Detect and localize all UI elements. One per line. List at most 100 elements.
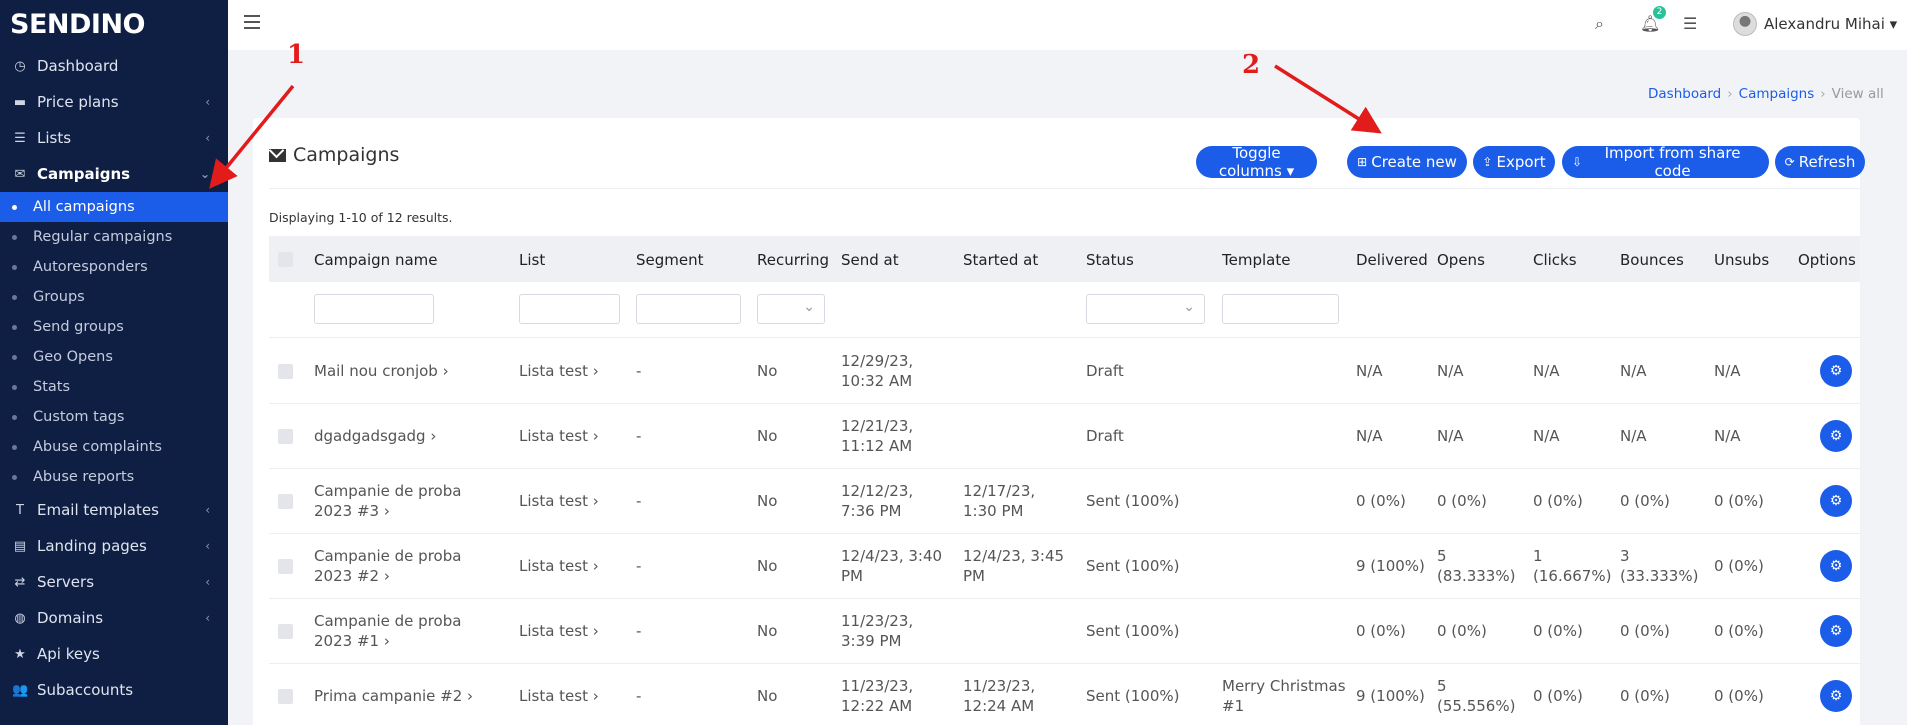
breadcrumb-campaigns[interactable]: Campaigns: [1739, 86, 1815, 102]
cell-status: Sent (100%): [1086, 492, 1180, 510]
cell-list[interactable]: Lista test ›: [519, 556, 599, 576]
sidebar-item-campaigns[interactable]: ✉ Campaigns ⌄: [0, 156, 228, 192]
col-recurring[interactable]: Recurring: [757, 251, 829, 269]
submenu-item-geo-opens[interactable]: Geo Opens: [0, 342, 228, 372]
col-bounces[interactable]: Bounces: [1620, 251, 1684, 269]
chevron-left-icon: ‹: [205, 131, 210, 145]
export-label: Export: [1496, 153, 1546, 171]
filter-list-input[interactable]: [519, 294, 620, 324]
submenu-item-abuse-reports[interactable]: Abuse reports: [0, 462, 228, 492]
col-template[interactable]: Template: [1222, 251, 1290, 269]
sidebar-item-lists[interactable]: ☰ Lists ‹: [0, 120, 228, 156]
cell-list[interactable]: Lista test ›: [519, 361, 599, 381]
hamburger-menu-icon[interactable]: [244, 15, 260, 29]
submenu-item-regular-campaigns[interactable]: Regular campaigns: [0, 222, 228, 252]
filter-segment-input[interactable]: [636, 294, 741, 324]
cell-name[interactable]: Campanie de proba 2023 #2 ›: [314, 546, 504, 586]
cell-list[interactable]: Lista test ›: [519, 621, 599, 641]
filter-campaign-name-input[interactable]: [314, 294, 434, 324]
create-new-button[interactable]: ⊞ Create new: [1347, 146, 1467, 178]
filter-template-input[interactable]: [1222, 294, 1339, 324]
cell-started-at: 11/23/23, 12:24 AM: [963, 677, 1036, 715]
user-menu[interactable]: Alexandru Mihai ▾: [1733, 12, 1897, 36]
cell-clicks: N/A: [1533, 427, 1560, 445]
annotation-number-1: 1: [287, 40, 306, 70]
submenu-item-autoresponders[interactable]: Autoresponders: [0, 252, 228, 282]
cell-status: Draft: [1086, 427, 1124, 445]
breadcrumb-dashboard[interactable]: Dashboard: [1648, 86, 1721, 102]
filter-recurring-select[interactable]: [757, 294, 825, 324]
col-started-at[interactable]: Started at: [963, 251, 1038, 269]
servers-icon: ⇄: [14, 574, 26, 590]
cell-name[interactable]: Campanie de proba 2023 #1 ›: [314, 611, 504, 651]
chevron-left-icon: ‹: [205, 611, 210, 625]
cell-name[interactable]: Campanie de proba 2023 #3 ›: [314, 481, 504, 521]
col-send-at[interactable]: Send at: [841, 251, 899, 269]
cell-delivered: N/A: [1356, 362, 1383, 380]
row-checkbox[interactable]: [278, 429, 293, 444]
sidebar-item-api-keys[interactable]: ★ Api keys: [0, 636, 228, 672]
row-options-button[interactable]: ⚙: [1820, 615, 1852, 647]
sidebar-item-domains[interactable]: ◍ Domains ‹: [0, 600, 228, 636]
cell-list[interactable]: Lista test ›: [519, 426, 599, 446]
row-checkbox[interactable]: [278, 559, 293, 574]
cell-bounces: 0 (0%): [1620, 492, 1670, 510]
cell-name[interactable]: dgadgadsgadg ›: [314, 426, 504, 446]
cell-clicks: N/A: [1533, 362, 1560, 380]
row-checkbox[interactable]: [278, 689, 293, 704]
toggle-columns-button[interactable]: Toggle columns ▾: [1196, 144, 1317, 180]
servers-status-icon[interactable]: ☰: [1683, 14, 1697, 33]
submenu-item-custom-tags[interactable]: Custom tags: [0, 402, 228, 432]
refresh-button[interactable]: ⟳ Refresh: [1775, 146, 1865, 178]
import-share-code-button[interactable]: ⇩ Import from share code: [1562, 144, 1769, 180]
sidebar-item-price-plans[interactable]: ▬ Price plans ‹: [0, 84, 228, 120]
row-options-button[interactable]: ⚙: [1820, 355, 1852, 387]
col-status[interactable]: Status: [1086, 251, 1134, 269]
col-segment[interactable]: Segment: [636, 251, 704, 269]
sendino-logo[interactable]: SENDINO: [0, 0, 228, 48]
sidebar-item-label: Servers: [37, 573, 95, 591]
submenu-item-groups[interactable]: Groups: [0, 282, 228, 312]
sidebar-item-landing-pages[interactable]: ▤ Landing pages ‹: [0, 528, 228, 564]
col-delivered[interactable]: Delivered: [1356, 251, 1428, 269]
row-checkbox[interactable]: [278, 624, 293, 639]
sidebar-item-email-templates[interactable]: T Email templates ‹: [0, 492, 228, 528]
row-checkbox[interactable]: [278, 364, 293, 379]
submenu-item-stats[interactable]: Stats: [0, 372, 228, 402]
col-opens[interactable]: Opens: [1437, 251, 1485, 269]
sidebar-item-dashboard[interactable]: ◷ Dashboard: [0, 48, 228, 84]
table-row: Campanie de proba 2023 #3 › Lista test › -…: [269, 469, 1860, 534]
submenu-item-abuse-complaints[interactable]: Abuse complaints: [0, 432, 228, 462]
submenu-item-all-campaigns[interactable]: All campaigns: [0, 192, 228, 222]
cell-name[interactable]: Mail nou cronjob ›: [314, 361, 504, 381]
submenu-item-label: Abuse complaints: [33, 439, 162, 455]
col-list[interactable]: List: [519, 251, 545, 269]
row-options-button[interactable]: ⚙: [1820, 550, 1852, 582]
row-options-button[interactable]: ⚙: [1820, 680, 1852, 712]
row-checkbox[interactable]: [278, 494, 293, 509]
bullet-icon: [12, 294, 17, 300]
filter-status-select[interactable]: [1086, 294, 1205, 324]
breadcrumb-separator: ›: [1820, 86, 1826, 102]
cell-send-at: 12/12/23, 7:36 PM: [841, 482, 914, 520]
page-title: Campaigns: [269, 144, 399, 166]
cell-delivered: 9 (100%): [1356, 557, 1425, 575]
sidebar-item-servers[interactable]: ⇄ Servers ‹: [0, 564, 228, 600]
cell-list[interactable]: Lista test ›: [519, 491, 599, 511]
select-all-checkbox[interactable]: [278, 252, 293, 267]
row-options-button[interactable]: ⚙: [1820, 420, 1852, 452]
results-summary: Displaying 1-10 of 12 results.: [269, 210, 453, 225]
export-button[interactable]: ⇪ Export: [1473, 146, 1555, 178]
cell-list[interactable]: Lista test ›: [519, 686, 599, 706]
cell-name[interactable]: Prima campanie #2 ›: [314, 686, 504, 706]
row-options-button[interactable]: ⚙: [1820, 485, 1852, 517]
col-clicks[interactable]: Clicks: [1533, 251, 1577, 269]
col-unsubs[interactable]: Unsubs: [1714, 251, 1769, 269]
landing-pages-icon: ▤: [13, 538, 27, 554]
submenu-item-send-groups[interactable]: Send groups: [0, 312, 228, 342]
cell-delivered: 0 (0%): [1356, 492, 1406, 510]
submenu-item-label: All campaigns: [33, 199, 135, 215]
sidebar-item-subaccounts[interactable]: 👥 Subaccounts: [0, 672, 228, 708]
search-icon[interactable]: ⌕: [1595, 14, 1604, 34]
col-campaign-name[interactable]: Campaign name: [314, 251, 438, 269]
